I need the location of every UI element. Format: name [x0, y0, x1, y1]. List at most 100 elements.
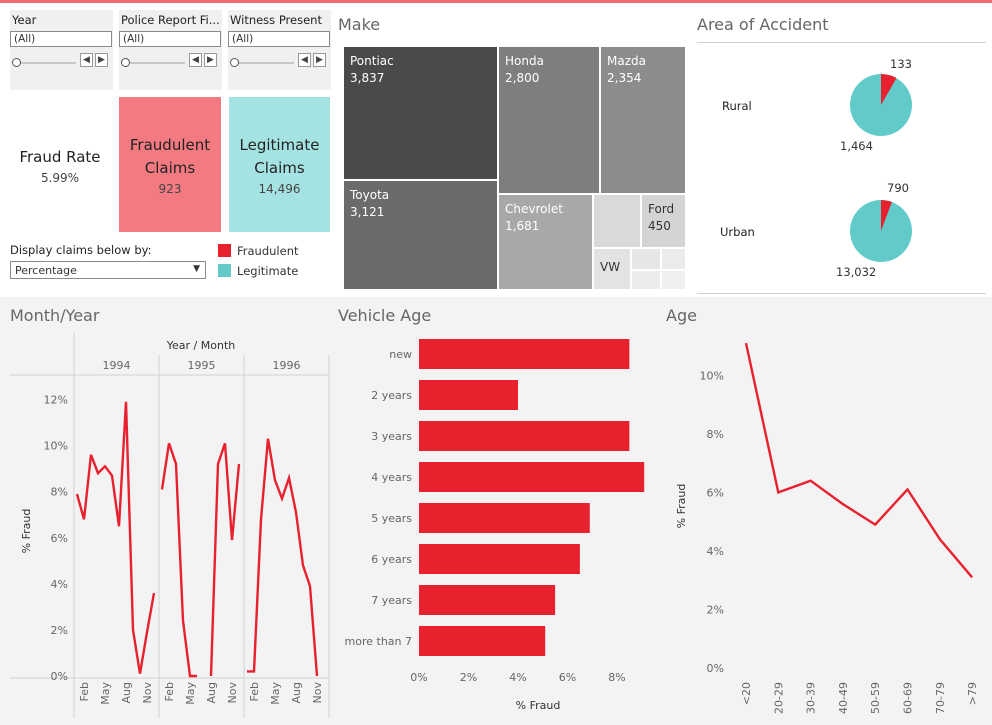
x-tick-label: 0%	[410, 671, 427, 684]
age-chart[interactable]: 0% 2% 4% 6% 8% 10% % Fraud <20 20-29 30-39 40-49 50…	[662, 330, 992, 722]
treemap-tile-honda[interactable]: Honda 2,800	[498, 46, 600, 194]
age-title: Age	[666, 306, 697, 325]
bar-5-years	[419, 503, 590, 533]
series-line-1994	[75, 401, 156, 674]
filter-slider-knob[interactable]	[230, 58, 239, 67]
treemap-tile-vw[interactable]: VW	[593, 248, 631, 290]
year-label: 1994	[103, 359, 131, 372]
category-label: 4 years	[371, 471, 412, 484]
month-tick-label: Nov	[141, 682, 154, 704]
divider	[697, 42, 986, 43]
display-by-value: Percentage	[15, 264, 77, 277]
x-tick-label: 8%	[608, 671, 625, 684]
month-tick-label: May	[184, 682, 197, 705]
treemap-tile-mazda[interactable]: Mazda 2,354	[600, 46, 686, 194]
display-by-select[interactable]: Percentage ▼	[10, 261, 206, 279]
vehicle-age-chart[interactable]: new 2 years 3 years 4 years 5 years 6 years 7 …	[336, 330, 662, 722]
area-title: Area of Accident	[697, 15, 829, 34]
top-accent-line	[0, 0, 992, 3]
year-label: 1995	[188, 359, 216, 372]
x-tick-label: 60-69	[902, 682, 915, 714]
chevron-right-icon[interactable]: ▶	[204, 53, 217, 67]
treemap-tile-pontiac[interactable]: Pontiac 3,837	[343, 46, 498, 180]
pie-rural	[850, 74, 912, 136]
y-tick-label: 10%	[700, 369, 724, 382]
area-pies[interactable]	[840, 60, 930, 280]
x-tick-label: 70-79	[934, 682, 947, 714]
month-tick-label: Aug	[205, 682, 218, 703]
month-tick-label: May	[269, 682, 282, 705]
x-tick-label: 50-59	[869, 682, 882, 714]
treemap-tile-chevrolet[interactable]: Chevrolet 1,681	[498, 194, 593, 290]
tile-value: 2,354	[607, 71, 642, 85]
chevron-left-icon[interactable]: ◀	[189, 53, 202, 67]
x-tick-label: 6%	[559, 671, 576, 684]
chevron-down-icon[interactable]: ▼	[193, 264, 200, 274]
filter-select[interactable]: (All)	[10, 31, 112, 47]
tile-value: 1,681	[505, 219, 540, 233]
y-tick-label: 8%	[707, 428, 724, 441]
category-label: 2 years	[371, 389, 412, 402]
category-label: 3 years	[371, 430, 412, 443]
chevron-right-icon[interactable]: ▶	[95, 53, 108, 67]
y-tick-label: 4%	[707, 545, 724, 558]
filter-select[interactable]: (All)	[228, 31, 330, 47]
filter-witness-present[interactable]: Witness Present (All) ◀ ▶	[228, 10, 331, 90]
filter-slider-track[interactable]	[121, 62, 185, 64]
treemap-tile-small[interactable]	[593, 194, 641, 248]
treemap-tile-small[interactable]	[631, 248, 661, 270]
y-tick-label: 4%	[51, 578, 68, 591]
treemap-tile-small[interactable]	[631, 270, 661, 290]
treemap-tile-ford[interactable]: Ford 450	[641, 194, 686, 248]
kpi-legitimate-claims[interactable]: Legitimate Claims 14,496	[229, 97, 330, 232]
y-axis-label: % Fraud	[20, 509, 33, 554]
treemap-tile-small[interactable]	[661, 270, 686, 290]
chevron-right-icon[interactable]: ▶	[313, 53, 326, 67]
category-label: 7 years	[371, 594, 412, 607]
legend-label-legitimate[interactable]: Legitimate	[237, 264, 298, 278]
tile-name: Honda	[505, 54, 544, 68]
kpi-value: 923	[158, 182, 182, 196]
filter-police-report[interactable]: Police Report Fi... (All) ◀ ▶	[119, 10, 222, 90]
kpi-label: Fraudulent Claims	[129, 136, 211, 177]
tile-name: Pontiac	[350, 54, 394, 68]
x-tick-label: 40-49	[837, 682, 850, 714]
series-line-1995	[160, 442, 241, 678]
y-tick-label: 0%	[707, 662, 724, 675]
chevron-left-icon[interactable]: ◀	[298, 53, 311, 67]
category-label: 6 years	[371, 553, 412, 566]
filter-slider-track[interactable]	[12, 62, 76, 64]
filter-slider-knob[interactable]	[121, 58, 130, 67]
tile-value: 3,121	[350, 205, 385, 219]
y-tick-label: 6%	[707, 486, 724, 499]
month-year-title: Month/Year	[10, 306, 100, 325]
kpi-value: 5.99%	[40, 171, 80, 185]
filter-slider-knob[interactable]	[12, 58, 21, 67]
month-tick-label: Feb	[78, 682, 91, 701]
filter-title: Witness Present	[230, 13, 322, 27]
treemap-tile-small[interactable]	[661, 248, 686, 270]
filter-slider-track[interactable]	[230, 62, 294, 64]
divider	[697, 293, 986, 294]
make-title: Make	[338, 15, 381, 34]
chevron-left-icon[interactable]: ◀	[80, 53, 93, 67]
month-tick-label: Nov	[311, 682, 324, 704]
tile-name: Ford	[648, 202, 675, 216]
y-tick-label: 2%	[707, 603, 724, 616]
bar-6-years	[419, 544, 580, 574]
filter-select[interactable]: (All)	[119, 31, 221, 47]
bar-4-years	[419, 462, 645, 492]
legend-label-fraudulent[interactable]: Fraudulent	[237, 244, 299, 258]
month-tick-label: Nov	[226, 682, 239, 704]
y-tick-label: 6%	[51, 532, 68, 545]
x-tick-label: 4%	[509, 671, 526, 684]
month-year-chart[interactable]: Year / Month 0% 2% 4% 6% 8% 10% 12% % Fraud 1994 F…	[0, 330, 336, 722]
x-tick-label: 30-39	[805, 682, 818, 714]
bar-7-years	[419, 585, 556, 615]
treemap-tile-toyota[interactable]: Toyota 3,121	[343, 180, 498, 290]
y-tick-label: 10%	[44, 440, 68, 453]
tile-value: 2,800	[505, 71, 540, 85]
filter-year[interactable]: Year (All) ◀ ▶	[10, 10, 113, 90]
kpi-fraudulent-claims[interactable]: Fraudulent Claims 923	[119, 97, 221, 232]
x-axis-label: % Fraud	[516, 699, 561, 712]
